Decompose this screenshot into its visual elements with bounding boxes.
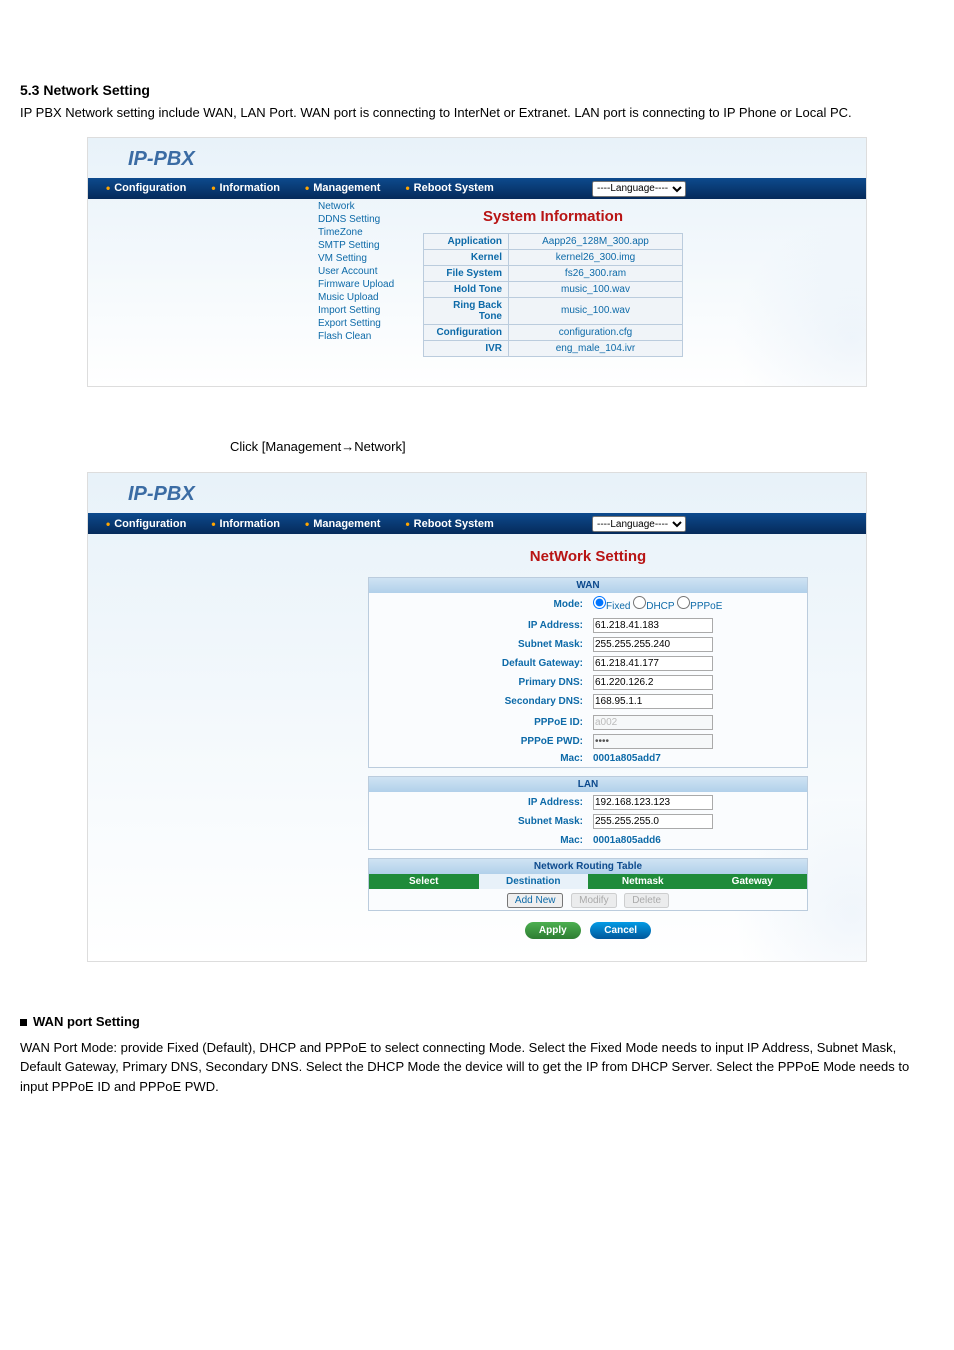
nrt-panel: Network Routing Table Select Destination… [368, 858, 808, 911]
nav-reboot[interactable]: Reboot System [405, 517, 493, 531]
sysinfo-table: ApplicationAapp26_128M_300.appKernelkern… [423, 233, 683, 357]
wan-field-input[interactable] [593, 637, 713, 652]
language-select[interactable]: ----Language---- [592, 181, 686, 197]
wan-mode-options: Fixed DHCP PPPoE [589, 595, 805, 613]
nav-reboot[interactable]: Reboot System [405, 181, 493, 195]
sysinfo-key: IVR [424, 340, 509, 356]
wan-panel: WAN Mode: Fixed DHCP PPPoE IP Address: Su… [368, 577, 808, 768]
sidebar-item-music-upload[interactable]: Music Upload [318, 291, 418, 304]
pppoe-id-input[interactable] [593, 715, 713, 730]
mode-fixed-radio[interactable] [593, 596, 606, 609]
lan-field-input[interactable] [593, 795, 713, 810]
wan-header: WAN [369, 578, 807, 593]
sidebar-item-flash-clean[interactable]: Flash Clean [318, 330, 418, 343]
wan-field-input[interactable] [593, 656, 713, 671]
main-nav: Configuration Information Management Reb… [88, 513, 866, 534]
logo: IP-PBX [128, 483, 195, 506]
sysinfo-value: configuration.cfg [509, 324, 683, 340]
lan-mac-value: 0001a805add6 [593, 835, 661, 846]
wan-field-input[interactable] [593, 618, 713, 633]
wan-field-label: Secondary DNS: [371, 693, 587, 710]
sidebar-item-export-setting[interactable]: Export Setting [318, 317, 418, 330]
wan-mac-label: Mac: [371, 752, 587, 765]
pppoe-pwd-label: PPPoE PWD: [371, 733, 587, 750]
nav-management[interactable]: Management [305, 181, 380, 195]
nrt-delete-button[interactable]: Delete [624, 893, 669, 908]
pppoe-id-label: PPPoE ID: [371, 714, 587, 731]
sysinfo-key: Hold Tone [424, 281, 509, 297]
screenshot-network-setting: IP-PBX Configuration Information Managem… [87, 472, 867, 962]
language-select[interactable]: ----Language---- [592, 516, 686, 532]
screenshot-system-information: IP-PBX Configuration Information Managem… [87, 137, 867, 387]
nrt-add-button[interactable]: Add New [507, 893, 564, 908]
wan-mac-value: 0001a805add7 [593, 753, 661, 764]
sysinfo-value: eng_male_104.ivr [509, 340, 683, 356]
apply-button[interactable]: Apply [525, 922, 581, 939]
network-title: NetWork Setting [368, 548, 808, 565]
main-nav: Configuration Information Management Reb… [88, 178, 866, 199]
sysinfo-value: fs26_300.ram [509, 265, 683, 281]
sysinfo-key: File System [424, 265, 509, 281]
lan-panel: LAN IP Address: Subnet Mask: Mac: 0001a80… [368, 776, 808, 850]
sysinfo-key: Application [424, 233, 509, 249]
section-heading: 5.3 Network Setting [20, 80, 934, 101]
management-sidebar: NetworkDDNS SettingTimeZoneSMTP SettingV… [318, 200, 418, 343]
sidebar-item-network[interactable]: Network [318, 200, 418, 213]
sysinfo-value: music_100.wav [509, 297, 683, 324]
wan-port-heading: WAN port Setting [33, 1014, 140, 1029]
sidebar-item-smtp-setting[interactable]: SMTP Setting [318, 239, 418, 252]
mode-pppoe-radio[interactable] [677, 596, 690, 609]
nrt-col-destination: Destination [479, 874, 589, 889]
wan-mode-body: WAN Port Mode: provide Fixed (Default), … [20, 1038, 934, 1097]
wan-field-label: Subnet Mask: [371, 636, 587, 653]
section-body: IP PBX Network setting include WAN, LAN … [20, 103, 934, 123]
sysinfo-title: System Information [423, 208, 683, 225]
pppoe-pwd-input[interactable] [593, 734, 713, 749]
sysinfo-key: Ring Back Tone [424, 297, 509, 324]
nrt-header: Network Routing Table [369, 859, 807, 874]
nrt-modify-button[interactable]: Modify [571, 893, 616, 908]
lan-header: LAN [369, 777, 807, 792]
lan-mac-label: Mac: [371, 834, 587, 847]
nav-configuration[interactable]: Configuration [106, 181, 186, 195]
wan-field-input[interactable] [593, 675, 713, 690]
lan-field-input[interactable] [593, 814, 713, 829]
wan-field-label: Default Gateway: [371, 655, 587, 672]
wan-field-input[interactable] [593, 694, 713, 709]
sysinfo-value: kernel26_300.img [509, 249, 683, 265]
sidebar-item-ddns-setting[interactable]: DDNS Setting [318, 213, 418, 226]
lan-field-label: IP Address: [371, 794, 587, 811]
sidebar-item-vm-setting[interactable]: VM Setting [318, 252, 418, 265]
wan-mode-label: Mode: [371, 595, 587, 613]
nav-information[interactable]: Information [211, 517, 280, 531]
sidebar-item-user-account[interactable]: User Account [318, 265, 418, 278]
nav-management[interactable]: Management [305, 517, 380, 531]
mode-dhcp-radio[interactable] [633, 596, 646, 609]
sysinfo-value: Aapp26_128M_300.app [509, 233, 683, 249]
wan-field-label: IP Address: [371, 617, 587, 634]
sysinfo-value: music_100.wav [509, 281, 683, 297]
sysinfo-key: Kernel [424, 249, 509, 265]
sidebar-item-timezone[interactable]: TimeZone [318, 226, 418, 239]
nrt-col-select: Select [369, 874, 479, 889]
nav-information[interactable]: Information [211, 181, 280, 195]
click-path: Click [Management→Network] [230, 439, 406, 454]
wan-field-label: Primary DNS: [371, 674, 587, 691]
nav-configuration[interactable]: Configuration [106, 517, 186, 531]
sidebar-item-firmware-upload[interactable]: Firmware Upload [318, 278, 418, 291]
sysinfo-key: Configuration [424, 324, 509, 340]
nrt-col-gateway: Gateway [698, 874, 808, 889]
nrt-col-netmask: Netmask [588, 874, 698, 889]
lan-field-label: Subnet Mask: [371, 813, 587, 830]
bullet-icon [20, 1019, 27, 1026]
cancel-button[interactable]: Cancel [590, 922, 651, 939]
logo: IP-PBX [128, 148, 195, 171]
sidebar-item-import-setting[interactable]: Import Setting [318, 304, 418, 317]
